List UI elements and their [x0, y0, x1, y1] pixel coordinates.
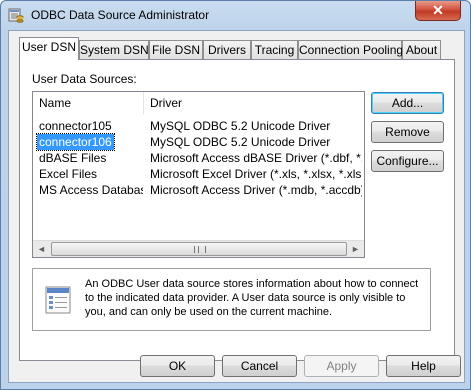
remove-button[interactable]: Remove: [371, 121, 444, 143]
apply-button[interactable]: Apply: [304, 355, 379, 377]
list-item[interactable]: connector105 MySQL ODBC 5.2 Unicode Driv…: [33, 118, 364, 134]
source-name: dBASE Files: [39, 151, 107, 165]
info-text: An ODBC User data source stores informat…: [85, 278, 419, 318]
info-box: An ODBC User data source stores informat…: [32, 268, 431, 331]
source-driver: MySQL ODBC 5.2 Unicode Driver: [150, 135, 331, 149]
tab-connection-pooling[interactable]: Connection Pooling: [298, 40, 404, 59]
source-driver: Microsoft Access dBASE Driver (*.dbf, *.…: [150, 151, 362, 165]
scroll-thumb[interactable]: [51, 242, 347, 256]
source-name: Excel Files: [39, 167, 98, 181]
tab-drivers[interactable]: Drivers: [203, 40, 251, 59]
tab-about[interactable]: About: [402, 40, 441, 59]
tab-label: About: [405, 43, 438, 57]
horizontal-scrollbar[interactable]: ◄ ►: [33, 240, 364, 257]
title-bar[interactable]: ODBC Data Source Administrator ✕: [1, 1, 470, 29]
tab-user-dsn[interactable]: User DSN: [19, 37, 79, 60]
window: ODBC Data Source Administrator ✕ User DS…: [0, 0, 471, 390]
list-item[interactable]: MS Access Database Microsoft Access Driv…: [33, 182, 364, 198]
grip-icon: [194, 246, 206, 253]
close-icon: ✕: [432, 2, 444, 18]
tab-label: Drivers: [208, 43, 246, 57]
list-item[interactable]: dBASE Files Microsoft Access dBASE Drive…: [33, 150, 364, 166]
source-driver: MySQL ODBC 5.2 Unicode Driver: [150, 119, 331, 133]
tab-label: File DSN: [151, 43, 200, 57]
tab-tracing[interactable]: Tracing: [251, 40, 298, 59]
window-title: ODBC Data Source Administrator: [31, 8, 210, 22]
source-driver: Microsoft Access Driver (*.mdb, *.accdb): [150, 183, 362, 197]
dialog-client: User DSN System DSN File DSN Drivers Tra…: [8, 30, 465, 383]
source-name: connector106: [36, 133, 115, 151]
add-button[interactable]: Add...: [371, 92, 444, 114]
user-data-sources-label: User Data Sources:: [32, 72, 137, 86]
list-item[interactable]: Excel Files Microsoft Excel Driver (*.xl…: [33, 166, 364, 182]
data-sources-list[interactable]: Name Driver connector105 MySQL ODBC 5.2 …: [32, 91, 365, 258]
cancel-button[interactable]: Cancel: [222, 355, 297, 377]
tab-label: User DSN: [21, 40, 76, 54]
tab-label: System DSN: [80, 43, 149, 57]
column-header-name[interactable]: Name: [33, 92, 144, 114]
tab-label: Tracing: [254, 43, 295, 57]
tab-system-dsn[interactable]: System DSN: [79, 40, 149, 59]
configure-button[interactable]: Configure...: [371, 150, 444, 172]
scroll-left-icon[interactable]: ◄: [33, 241, 50, 257]
ok-button[interactable]: OK: [140, 355, 215, 377]
data-source-icon: [45, 286, 71, 314]
scroll-right-icon[interactable]: ►: [347, 241, 364, 257]
tab-label: Connection Pooling: [299, 43, 404, 57]
column-header-driver[interactable]: Driver: [144, 92, 364, 114]
source-name: connector105: [39, 119, 112, 133]
close-button[interactable]: ✕: [415, 1, 461, 21]
tab-file-dsn[interactable]: File DSN: [149, 40, 203, 59]
source-name: MS Access Database: [39, 183, 143, 197]
list-item[interactable]: connector106 MySQL ODBC 5.2 Unicode Driv…: [33, 133, 364, 151]
help-button[interactable]: Help: [386, 355, 461, 377]
odbc-app-icon: [8, 8, 24, 23]
source-driver: Microsoft Excel Driver (*.xls, *.xlsx, *…: [150, 167, 362, 181]
